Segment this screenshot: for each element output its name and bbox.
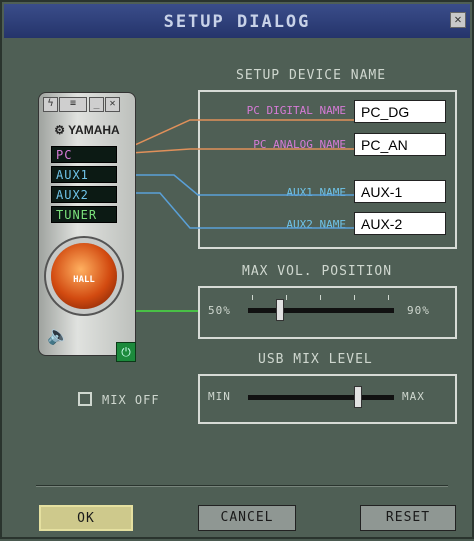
source-pc-button[interactable]: PC bbox=[51, 146, 117, 163]
max-vol-tick bbox=[320, 295, 321, 300]
usb-mix-min-label: MIN bbox=[208, 390, 231, 403]
aux1-connector bbox=[115, 174, 354, 196]
remote-menu-icon[interactable]: ≡ bbox=[59, 97, 87, 112]
reset-button[interactable]: RESET bbox=[360, 505, 456, 531]
source-aux2-button[interactable]: AUX2 bbox=[51, 186, 117, 203]
cancel-button[interactable]: CANCEL bbox=[198, 505, 296, 531]
max-vol-tick bbox=[388, 295, 389, 300]
source-aux1-button[interactable]: AUX1 bbox=[51, 166, 117, 183]
usb-mix-heading: USB MIX LEVEL bbox=[258, 352, 373, 367]
max-vol-max-label: 90% bbox=[407, 304, 430, 317]
remote-control-panel: ϟ ≡ _ ✕ ⚙ YAMAHA PC AUX1 AUX2 TUNER HALL… bbox=[38, 92, 136, 356]
setup-dialog-window: SETUP DIALOG ✕ SETUP DEVICE NAME PC DIGI… bbox=[0, 0, 474, 539]
max-vol-min-label: 50% bbox=[208, 304, 231, 317]
mix-off-label: MIX OFF bbox=[102, 393, 160, 407]
knob-label: HALL bbox=[73, 275, 95, 285]
usb-mix-slider-thumb[interactable] bbox=[353, 386, 362, 408]
mix-off-checkbox[interactable] bbox=[78, 392, 92, 406]
ok-button[interactable]: OK bbox=[39, 505, 133, 531]
max-vol-slider-thumb[interactable] bbox=[276, 299, 285, 321]
usb-mix-max-label: MAX bbox=[402, 390, 425, 403]
button-separator bbox=[36, 485, 448, 486]
power-icon[interactable]: ⏻ bbox=[116, 342, 136, 362]
remote-title-bar: ϟ ≡ _ ✕ bbox=[41, 97, 131, 112]
aux2-connector bbox=[115, 192, 354, 229]
source-tuner-button[interactable]: TUNER bbox=[51, 206, 117, 223]
remote-minimize-icon[interactable]: _ bbox=[89, 97, 104, 112]
speaker-icon[interactable]: 🔈 bbox=[47, 325, 71, 347]
usb-mix-slider-track[interactable] bbox=[248, 395, 394, 400]
max-vol-tick bbox=[354, 295, 355, 300]
max-vol-heading: MAX VOL. POSITION bbox=[242, 264, 393, 279]
dsp-knob[interactable]: HALL bbox=[51, 243, 117, 309]
yamaha-logo: ⚙ YAMAHA bbox=[54, 123, 120, 137]
max-vol-tick bbox=[286, 295, 287, 300]
max-vol-slider-track[interactable] bbox=[248, 308, 394, 313]
remote-close-icon[interactable]: ✕ bbox=[105, 97, 120, 112]
remote-lightning-icon[interactable]: ϟ bbox=[43, 97, 58, 112]
max-vol-tick bbox=[252, 295, 253, 300]
pc-analog-connector bbox=[114, 148, 354, 155]
